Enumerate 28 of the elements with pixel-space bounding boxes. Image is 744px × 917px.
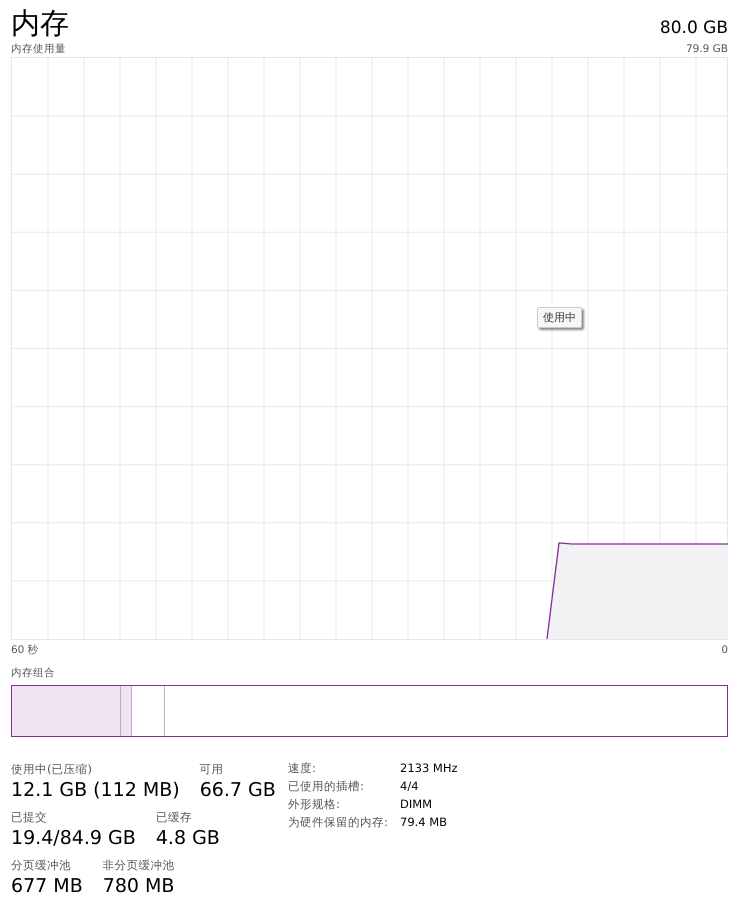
stat-value: 677 MB [11,874,83,899]
stat-label: 已缓存 [156,809,193,825]
detail-value: DIMM [400,797,434,812]
detail-value: 4/4 [400,779,420,794]
stat-label: 使用中(已压缩) [11,761,93,777]
stat-value: 780 MB [102,874,175,899]
stat-value: 12.1 GB (112 MB) [11,778,180,803]
detail-label: 外形规格: [288,797,341,812]
page-title: 内存 [11,5,69,42]
detail-value: 79.4 MB [400,815,448,830]
chart-label: 内存使用量 [11,42,66,57]
stat-value: 4.8 GB [156,826,220,851]
detail-label: 速度: [288,761,317,776]
detail-value: 2133 MHz [400,761,458,776]
time-label: 0 [721,643,728,658]
detail-label: 已使用的插槽: [288,779,365,794]
stat-value: 19.4/84.9 GB [11,826,136,851]
stat-label: 非分页缓冲池 [102,857,175,873]
stat-label: 分页缓冲池 [11,857,72,873]
tooltip: 使用中 [537,307,582,328]
stat-value: 66.7 GB [200,778,276,803]
time-label: 60 秒 [11,643,39,658]
total-memory: 80.0 GB [660,18,728,38]
stat-label: 可用 [200,761,225,777]
composition-label: 内存组合 [11,666,56,681]
max-label: 79.9 GB [686,42,728,57]
stat-label: 已提交 [11,809,48,825]
detail-label: 为硬件保留的内存: [288,815,389,830]
